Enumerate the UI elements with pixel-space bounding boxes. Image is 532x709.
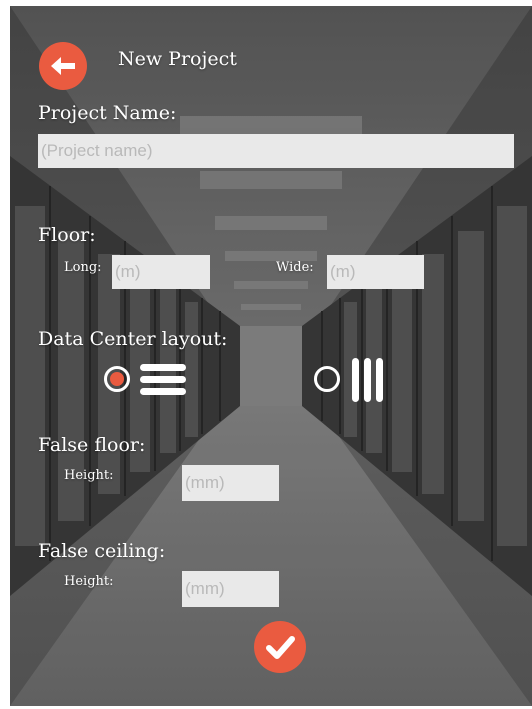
floor-long-input[interactable] [112,255,210,289]
layout-vertical-radio[interactable] [314,366,340,392]
false-ceiling-height-label: Height: [64,574,114,589]
checkmark-icon [266,636,295,659]
floor-label: Floor: [38,224,96,246]
arrow-left-icon [51,57,75,75]
floor-wide-label: Wide: [276,260,314,275]
radio-selected-dot [110,372,124,386]
false-floor-height-input[interactable] [182,465,279,501]
false-floor-label: False floor: [38,434,146,456]
horizontal-bars-icon[interactable] [140,360,188,400]
page-title: New Project [118,48,237,70]
app-screen: New Project Project Name: Floor: Long: W… [10,6,532,706]
layout-horizontal-radio[interactable] [104,366,130,392]
project-name-label: Project Name: [38,102,177,124]
confirm-button[interactable] [254,621,306,673]
false-ceiling-height-input[interactable] [182,571,279,607]
back-button[interactable] [39,42,87,90]
project-name-input[interactable] [38,134,514,168]
false-floor-height-label: Height: [64,468,114,483]
layout-label: Data Center layout: [38,328,228,350]
vertical-bars-icon[interactable] [350,356,390,404]
floor-wide-input[interactable] [327,255,424,289]
false-ceiling-label: False ceiling: [38,540,166,562]
floor-long-label: Long: [64,260,102,275]
